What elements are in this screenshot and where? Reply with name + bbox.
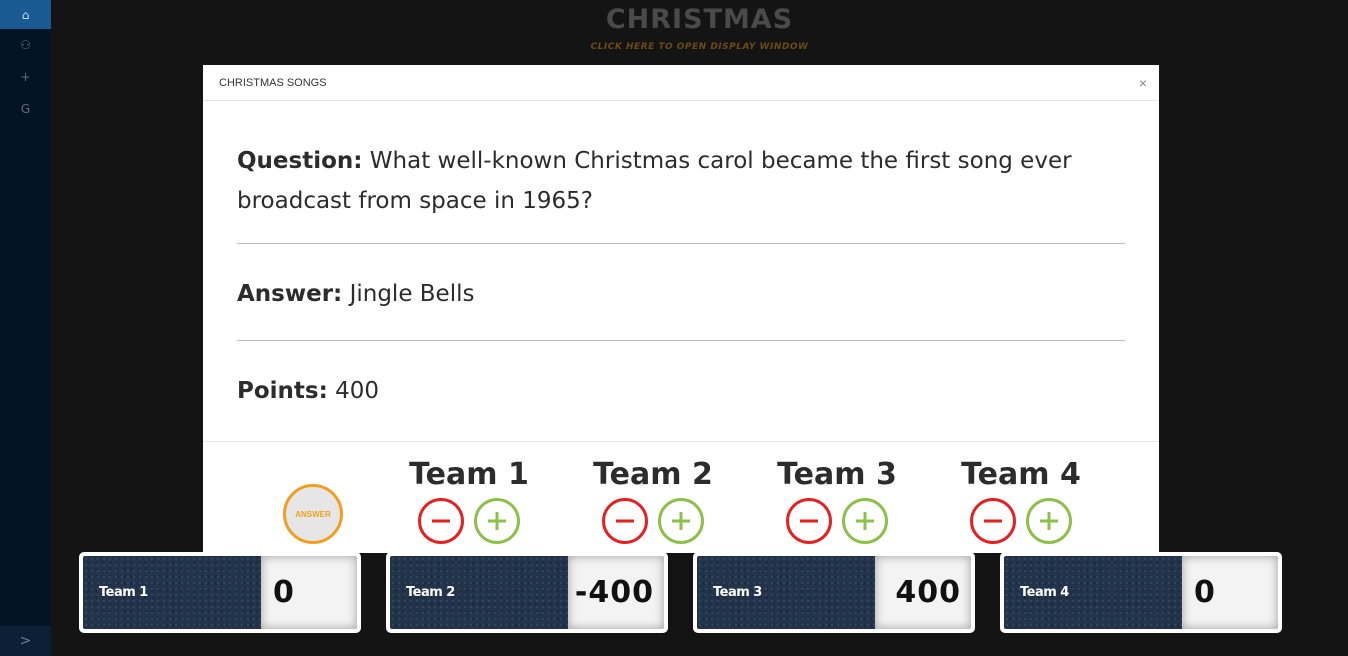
- google-icon[interactable]: G: [0, 93, 51, 125]
- add-points-button[interactable]: [474, 498, 520, 544]
- scoreboard-team-3: Team 3 400: [693, 552, 975, 633]
- subtract-points-button[interactable]: [970, 498, 1016, 544]
- points-block: Points: 400: [237, 341, 1125, 443]
- modal-footer: ANSWER Team 1 Team 2 Team 3 Team 4: [203, 441, 1159, 553]
- team-name: Team 3: [777, 457, 897, 492]
- scoreboard-team-name: Team 4: [1004, 556, 1182, 629]
- points-value: 400: [327, 378, 380, 404]
- team-control-4: Team 4: [956, 454, 1086, 544]
- add-points-button[interactable]: [1026, 498, 1072, 544]
- answer-text: Jingle Bells: [342, 281, 475, 307]
- scoreboard-team-name: Team 3: [697, 556, 875, 629]
- plus-icon: [672, 512, 690, 530]
- minus-icon: [432, 519, 450, 523]
- subtract-points-button[interactable]: [418, 498, 464, 544]
- question-label: Question:: [237, 148, 363, 174]
- team-control-1: Team 1: [404, 454, 534, 544]
- question-modal: CHRISTMAS SONGS × Question: What well-kn…: [203, 65, 1159, 553]
- scoreboard-score: 0: [261, 556, 357, 629]
- points-label: Points:: [237, 378, 328, 404]
- minus-icon: [616, 519, 634, 523]
- expand-sidebar-chevron-icon[interactable]: >: [0, 626, 51, 656]
- answer-label: Answer:: [237, 281, 343, 307]
- scoreboard-score: 0: [1182, 556, 1278, 629]
- scoreboard-team-4: Team 4 0: [1000, 552, 1282, 633]
- user-icon[interactable]: ⚇: [0, 29, 51, 61]
- plus-icon: [488, 512, 506, 530]
- game-title: CHRISTMAS: [605, 4, 794, 35]
- team-name: Team 2: [593, 457, 713, 492]
- plus-icon: [1040, 512, 1058, 530]
- team-control-2: Team 2: [588, 454, 718, 544]
- plus-icon: [856, 512, 874, 530]
- close-icon[interactable]: ×: [1139, 75, 1147, 91]
- question-text: What well-known Christmas carol became t…: [237, 148, 1072, 214]
- plus-icon[interactable]: +: [0, 61, 51, 93]
- answer-block: Answer: Jingle Bells: [237, 244, 1125, 340]
- team-name: Team 4: [961, 457, 1081, 492]
- subtract-points-button[interactable]: [602, 498, 648, 544]
- team-name: Team 1: [409, 457, 529, 492]
- team-control-3: Team 3: [772, 454, 902, 544]
- add-points-button[interactable]: [658, 498, 704, 544]
- scoreboard-team-name: Team 2: [390, 556, 568, 629]
- scoreboard-score: 400: [875, 556, 971, 629]
- modal-title: CHRISTMAS SONGS: [219, 76, 327, 89]
- answer-button[interactable]: ANSWER: [283, 484, 343, 544]
- scoreboard-score: -400: [568, 556, 664, 629]
- scoreboard-team-2: Team 2 -400: [386, 552, 668, 633]
- sidebar: ⌂ ⚇ + G >: [0, 0, 51, 656]
- minus-icon: [800, 519, 818, 523]
- subtract-points-button[interactable]: [786, 498, 832, 544]
- modal-body: Question: What well-known Christmas caro…: [203, 101, 1159, 443]
- open-display-window-link[interactable]: CLICK HERE TO OPEN DISPLAY WINDOW: [51, 42, 1348, 52]
- question-block: Question: What well-known Christmas caro…: [237, 141, 1125, 243]
- add-points-button[interactable]: [842, 498, 888, 544]
- minus-icon: [984, 519, 1002, 523]
- home-icon[interactable]: ⌂: [0, 0, 51, 29]
- scoreboard-team-name: Team 1: [83, 556, 261, 629]
- scoreboard-team-1: Team 1 0: [79, 552, 361, 633]
- modal-header: CHRISTMAS SONGS ×: [203, 65, 1159, 101]
